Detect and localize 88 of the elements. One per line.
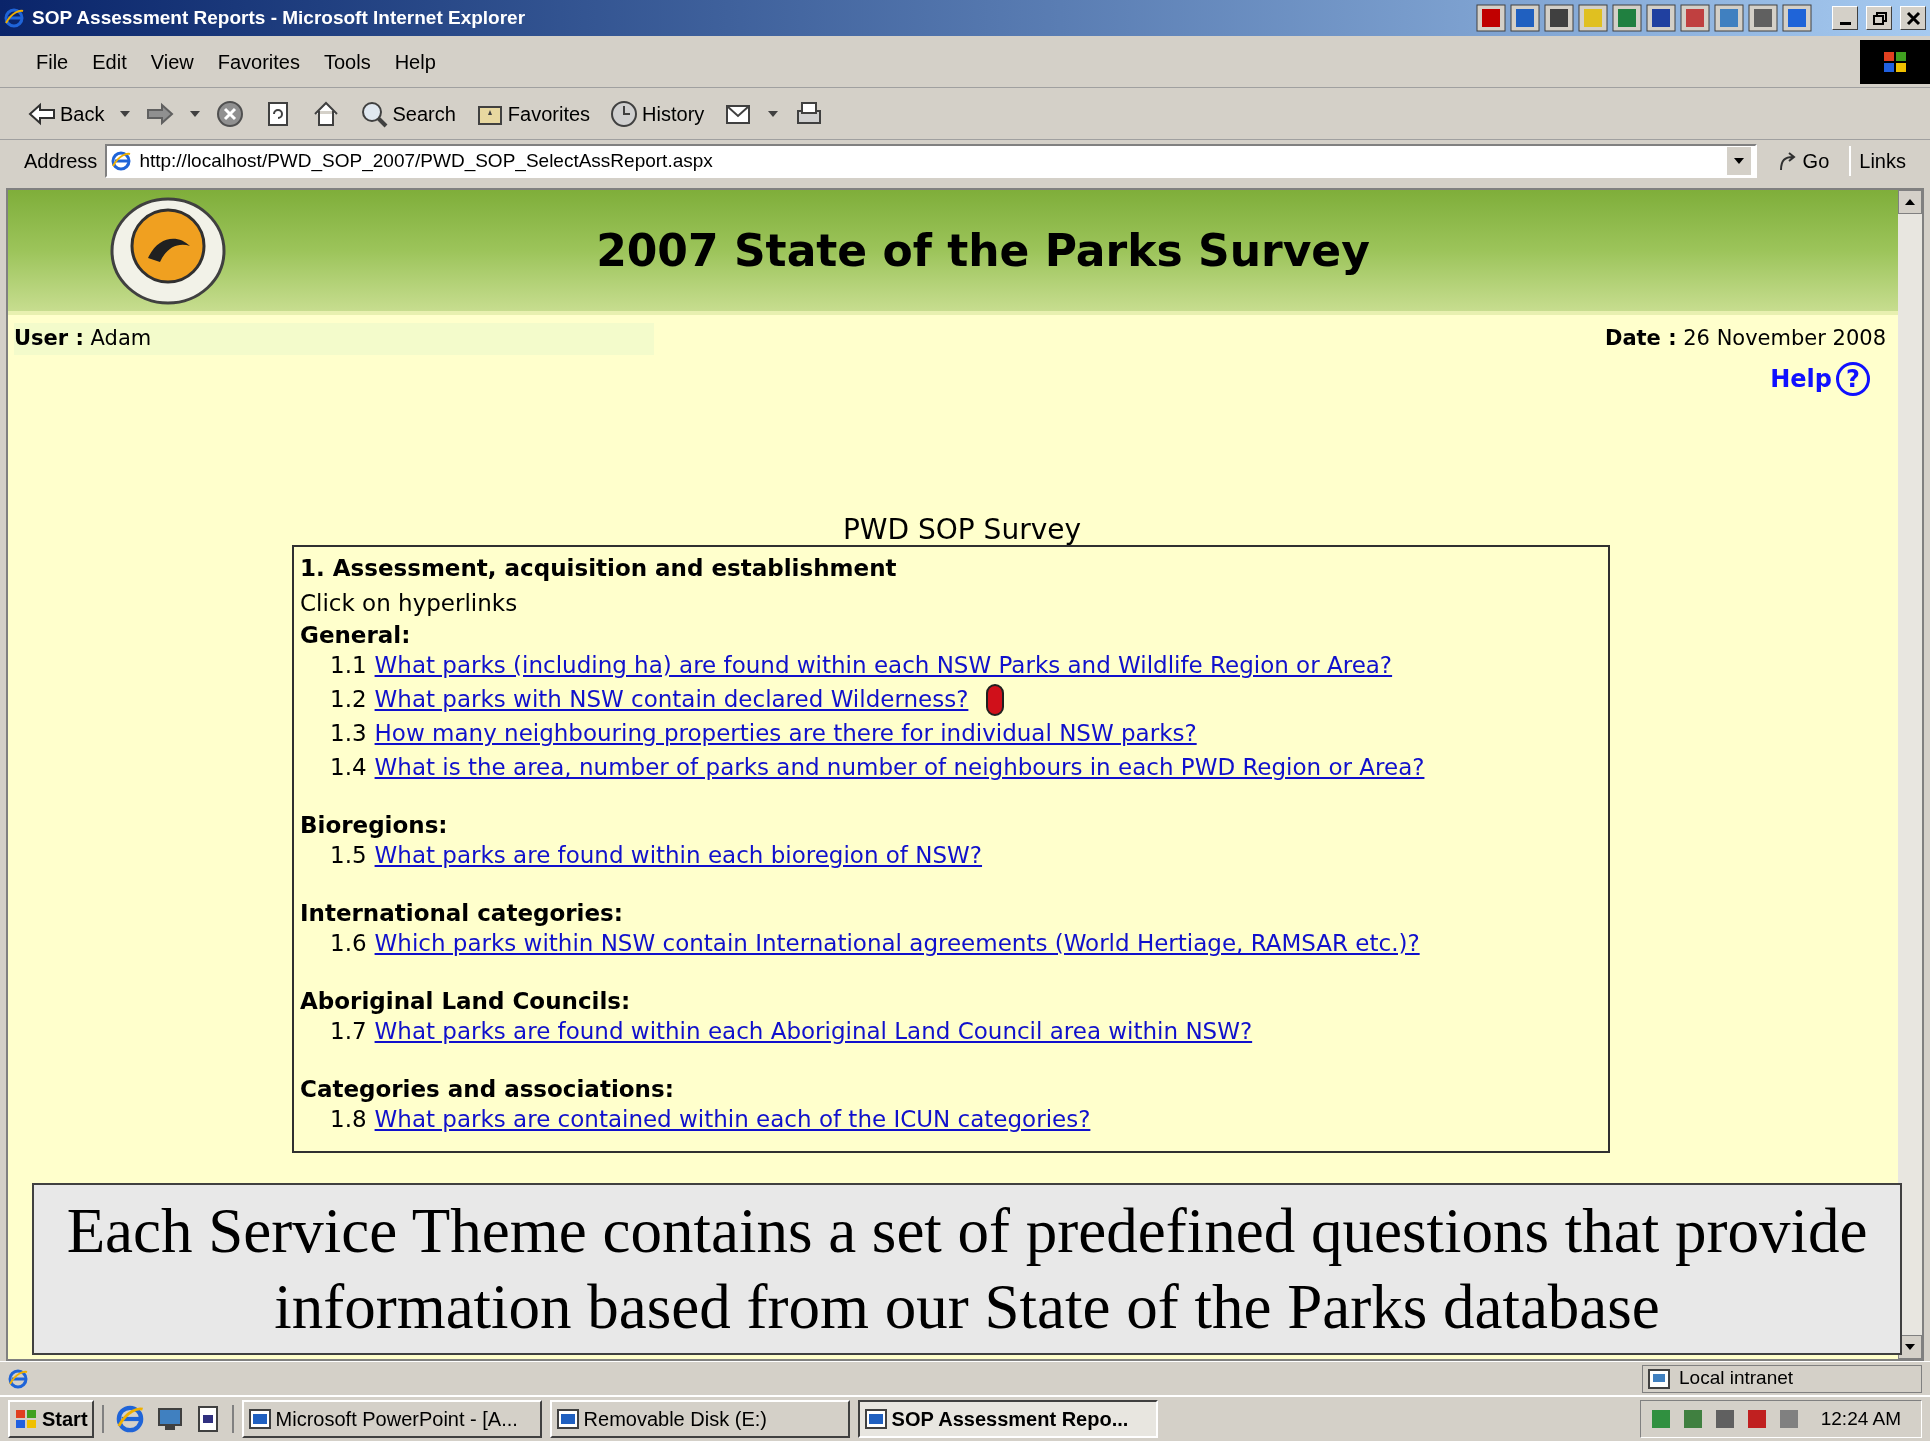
window-icon — [247, 1408, 272, 1430]
app-icon[interactable] — [1578, 4, 1608, 32]
question-link[interactable]: Which parks within NSW contain International agreements (World Hertiage, RAMSAR etc.)? — [374, 926, 1420, 961]
page-icon — [111, 151, 132, 171]
question-link[interactable]: What parks are found within each Aboriginal Land Council area within NSW? — [374, 1014, 1253, 1049]
desktop-icon[interactable] — [155, 1405, 184, 1433]
taskbar-button[interactable]: Removable Disk (E:) — [549, 1400, 850, 1438]
links-button[interactable]: Links — [1849, 146, 1922, 176]
caption-text: Each Service Theme contains a set of predefined questions that provide — [66, 1195, 1868, 1268]
app-icon[interactable] — [1476, 4, 1506, 32]
close-button[interactable] — [1900, 6, 1926, 30]
clock-icon — [610, 99, 639, 128]
window-title: SOP Assessment Reports - Microsoft Internet Explorer — [32, 5, 527, 30]
taskbar-button[interactable]: Microsoft PowerPoint - [A... — [241, 1400, 542, 1438]
question-link[interactable]: What is the area, number of parks and number of neighbours in each PWD Region or Area? — [374, 750, 1425, 785]
windows-flag-icon — [1882, 49, 1908, 74]
stop-icon — [216, 99, 245, 128]
window-icon — [555, 1408, 580, 1430]
help-icon: ? — [1836, 361, 1870, 396]
app-icon[interactable] — [1646, 4, 1676, 32]
app-icon[interactable] — [1510, 4, 1540, 32]
menu-item[interactable]: File — [24, 42, 81, 81]
page-icon — [8, 1368, 28, 1389]
question-link[interactable]: How many neighbouring properties are there for individual NSW parks? — [374, 716, 1197, 751]
question-number: 1.5 — [330, 841, 367, 871]
dropdown-caret-icon[interactable] — [768, 110, 779, 117]
minimize-icon — [1839, 22, 1851, 25]
question-link[interactable]: What parks (including ha) are found within each NSW Parks and Wildlife Region or Area? — [374, 648, 1393, 683]
zone-indicator: Local intranet — [1642, 1364, 1922, 1393]
dropdown-caret-icon[interactable] — [1733, 158, 1744, 164]
question-number: 1.2 — [330, 685, 367, 715]
menu-item[interactable]: Tools — [311, 42, 383, 81]
group-heading: General: — [300, 620, 412, 649]
scroll-down-icon — [1905, 1344, 1915, 1350]
app-icon[interactable] — [1782, 4, 1812, 32]
app-icon[interactable] — [1680, 4, 1710, 32]
document-icon[interactable] — [195, 1405, 220, 1433]
restore-button[interactable] — [1866, 6, 1892, 30]
menu-item[interactable]: Edit — [80, 42, 139, 81]
address-field[interactable]: http://localhost/PWD_SOP_2007/PWD_SOP_SelectAssReport.aspx — [105, 144, 1757, 178]
go-button[interactable]: Go — [1764, 146, 1842, 176]
dropdown-caret-icon[interactable] — [190, 110, 201, 117]
app-icon[interactable] — [1544, 4, 1574, 32]
question-link[interactable]: What parks are contained within each of the ICUN categories? — [374, 1102, 1091, 1137]
windows-flag-icon — [14, 1408, 38, 1430]
intranet-icon — [1647, 1367, 1671, 1390]
group-heading: International categories: — [300, 898, 624, 927]
date-info: Date : 26 November 2008 — [1604, 325, 1886, 352]
browser-icon — [4, 8, 24, 28]
clock: 12:24 AM — [1819, 1406, 1902, 1431]
question-number: 1.1 — [330, 651, 367, 681]
menu-item[interactable]: Favorites — [205, 42, 312, 81]
question-number: 1.7 — [330, 1017, 367, 1047]
instruction-text: Click on hyperlinks — [300, 588, 519, 618]
menu-item[interactable]: Help — [382, 42, 448, 81]
group-heading: Categories and associations: — [300, 1074, 675, 1103]
history-button[interactable]: History — [606, 93, 709, 134]
back-button[interactable]: Back — [24, 93, 109, 134]
annotation-marker — [986, 683, 1005, 716]
address-label: Address — [24, 149, 98, 174]
user-info: User : Adam — [14, 323, 654, 355]
question-link[interactable]: What parks with NSW contain declared Wilderness? — [374, 682, 969, 717]
caption-text: information based from our State of the Parks database — [274, 1271, 1660, 1344]
section-title: 1. Assessment, acquisition and establishment — [300, 553, 898, 583]
taskbar-button[interactable]: SOP Assessment Repo... — [857, 1400, 1158, 1438]
favorites-button[interactable]: Favorites — [471, 93, 595, 134]
window-icon — [863, 1408, 888, 1430]
survey-title: PWD SOP Survey — [842, 514, 1082, 545]
dropdown-caret-icon[interactable] — [120, 110, 131, 117]
question-link[interactable]: What parks are found within each bioregion of NSW? — [374, 838, 983, 873]
app-icon[interactable] — [1748, 4, 1778, 32]
search-button[interactable]: Search — [356, 93, 460, 134]
group-heading: Bioregions: — [300, 810, 449, 839]
menu-item[interactable]: View — [138, 42, 206, 81]
question-number: 1.3 — [330, 719, 367, 749]
question-number: 1.6 — [330, 929, 367, 959]
scroll-up-icon — [1905, 199, 1915, 205]
banner-title: 2007 State of the Parks Survey — [595, 223, 1371, 278]
group-heading: Aboriginal Land Councils: — [300, 986, 632, 1015]
app-icon[interactable] — [1612, 4, 1642, 32]
start-button[interactable]: Start — [8, 1400, 94, 1438]
minimize-button[interactable] — [1832, 6, 1858, 30]
question-number: 1.8 — [330, 1105, 367, 1135]
question-number: 1.4 — [330, 753, 367, 783]
search-icon — [360, 99, 389, 128]
scrollbar[interactable] — [1898, 190, 1922, 1359]
browser-icon[interactable] — [115, 1405, 144, 1433]
help-link[interactable]: Help ? — [1770, 360, 1870, 397]
